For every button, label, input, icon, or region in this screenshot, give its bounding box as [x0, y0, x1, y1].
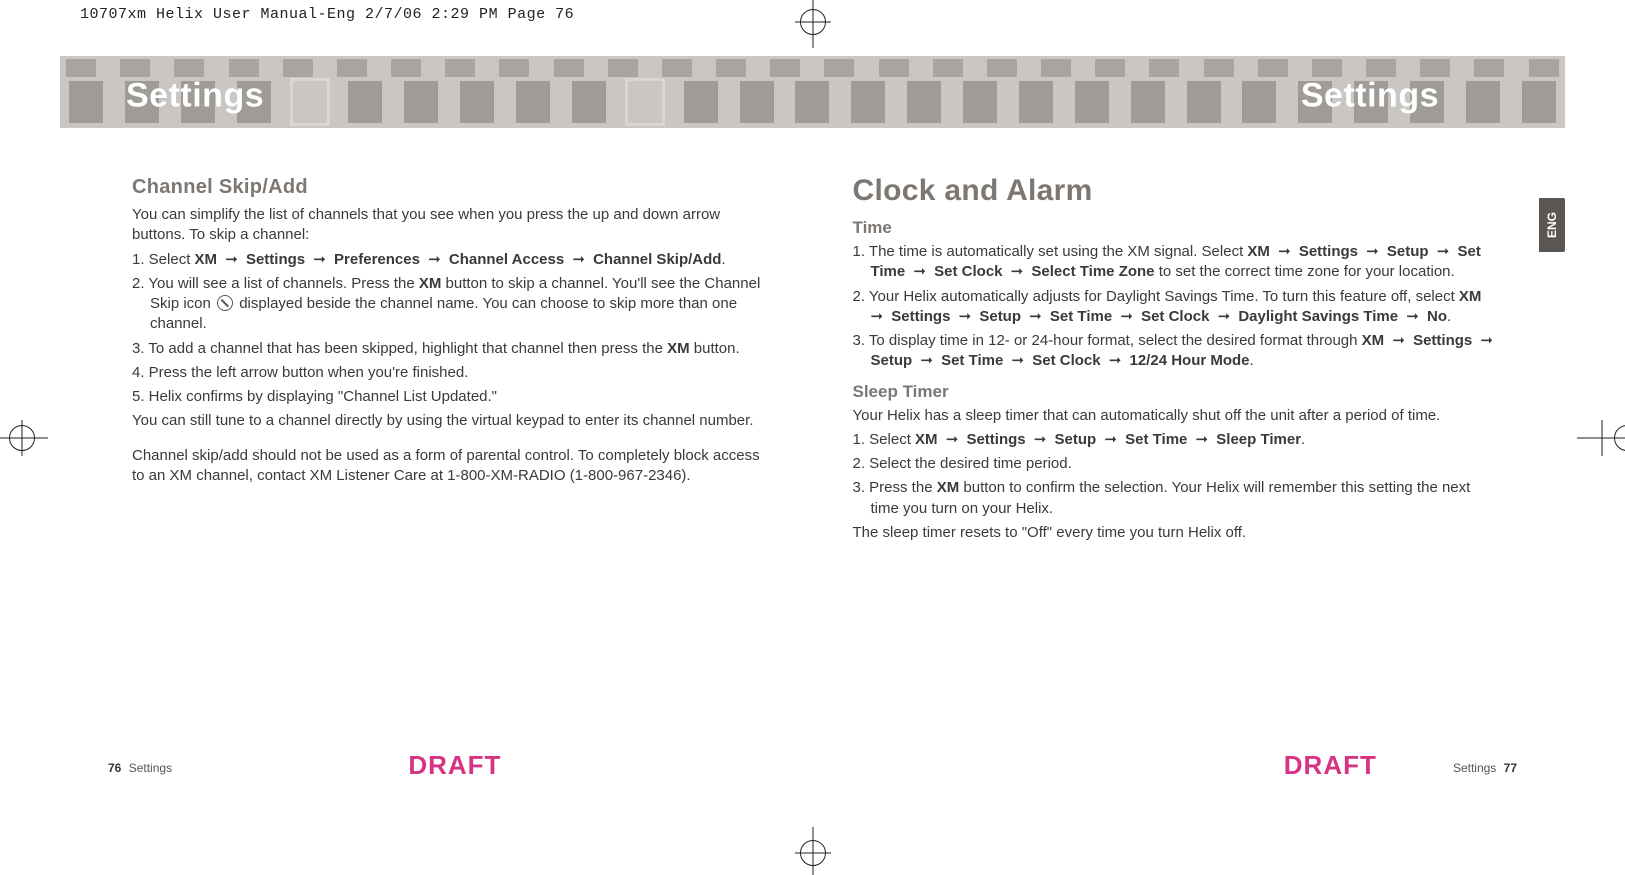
- sleep-note: The sleep timer resets to "Off" every ti…: [853, 523, 1494, 543]
- list-item: 1. The time is automatically set using t…: [853, 242, 1494, 283]
- left-note-1: You can still tune to a channel directly…: [132, 411, 773, 431]
- page-77: Clock and Alarm Time 1. The time is auto…: [813, 168, 1566, 795]
- list-item: 4. Press the left arrow button when you'…: [132, 363, 773, 383]
- sleep-steps-list: 1. Select XM ➞ Settings ➞ Setup ➞ Set Ti…: [853, 430, 1494, 519]
- list-item: 5. Helix confirms by displaying "Channel…: [132, 387, 773, 407]
- list-item: 3. Press the XM button to confirm the se…: [853, 478, 1494, 519]
- list-item: 2. Your Helix automatically adjusts for …: [853, 287, 1494, 328]
- page-76: Channel Skip/Add You can simplify the li…: [60, 168, 813, 795]
- page-number-right: Settings 77: [1453, 761, 1521, 775]
- page-spread: Channel Skip/Add You can simplify the li…: [60, 168, 1565, 795]
- heading-time: Time: [853, 218, 1494, 238]
- heading-clock-and-alarm: Clock and Alarm: [853, 174, 1494, 208]
- draft-watermark-right: DRAFT: [1284, 750, 1377, 781]
- left-intro: You can simplify the list of channels th…: [132, 205, 773, 246]
- banner-title-left: Settings: [126, 76, 264, 115]
- heading-channel-skip-add: Channel Skip/Add: [132, 176, 773, 199]
- banner-title-right: Settings: [1301, 76, 1439, 115]
- list-item: 2. Select the desired time period.: [853, 454, 1494, 474]
- heading-sleep-timer: Sleep Timer: [853, 382, 1494, 402]
- header-banner: Settings Settings: [60, 56, 1565, 128]
- channel-skip-icon: [217, 295, 233, 311]
- list-item: 1. Select XM ➞ Settings ➞ Setup ➞ Set Ti…: [853, 430, 1494, 450]
- draft-watermark-left: DRAFT: [408, 750, 501, 781]
- list-item: 2. You will see a list of channels. Pres…: [132, 274, 773, 335]
- sleep-intro: Your Helix has a sleep timer that can au…: [853, 406, 1494, 426]
- print-slug: 10707xm Helix User Manual-Eng 2/7/06 2:2…: [80, 6, 574, 23]
- time-steps-list: 1. The time is automatically set using t…: [853, 242, 1494, 372]
- page-number-left: 76 Settings: [104, 761, 172, 775]
- list-item: 3. To add a channel that has been skippe…: [132, 339, 773, 359]
- left-steps-list: 1. Select XM ➞ Settings ➞ Preferences ➞ …: [132, 250, 773, 408]
- list-item: 1. Select XM ➞ Settings ➞ Preferences ➞ …: [132, 250, 773, 270]
- list-item: 3. To display time in 12- or 24-hour for…: [853, 331, 1494, 372]
- left-note-2: Channel skip/add should not be used as a…: [132, 446, 773, 487]
